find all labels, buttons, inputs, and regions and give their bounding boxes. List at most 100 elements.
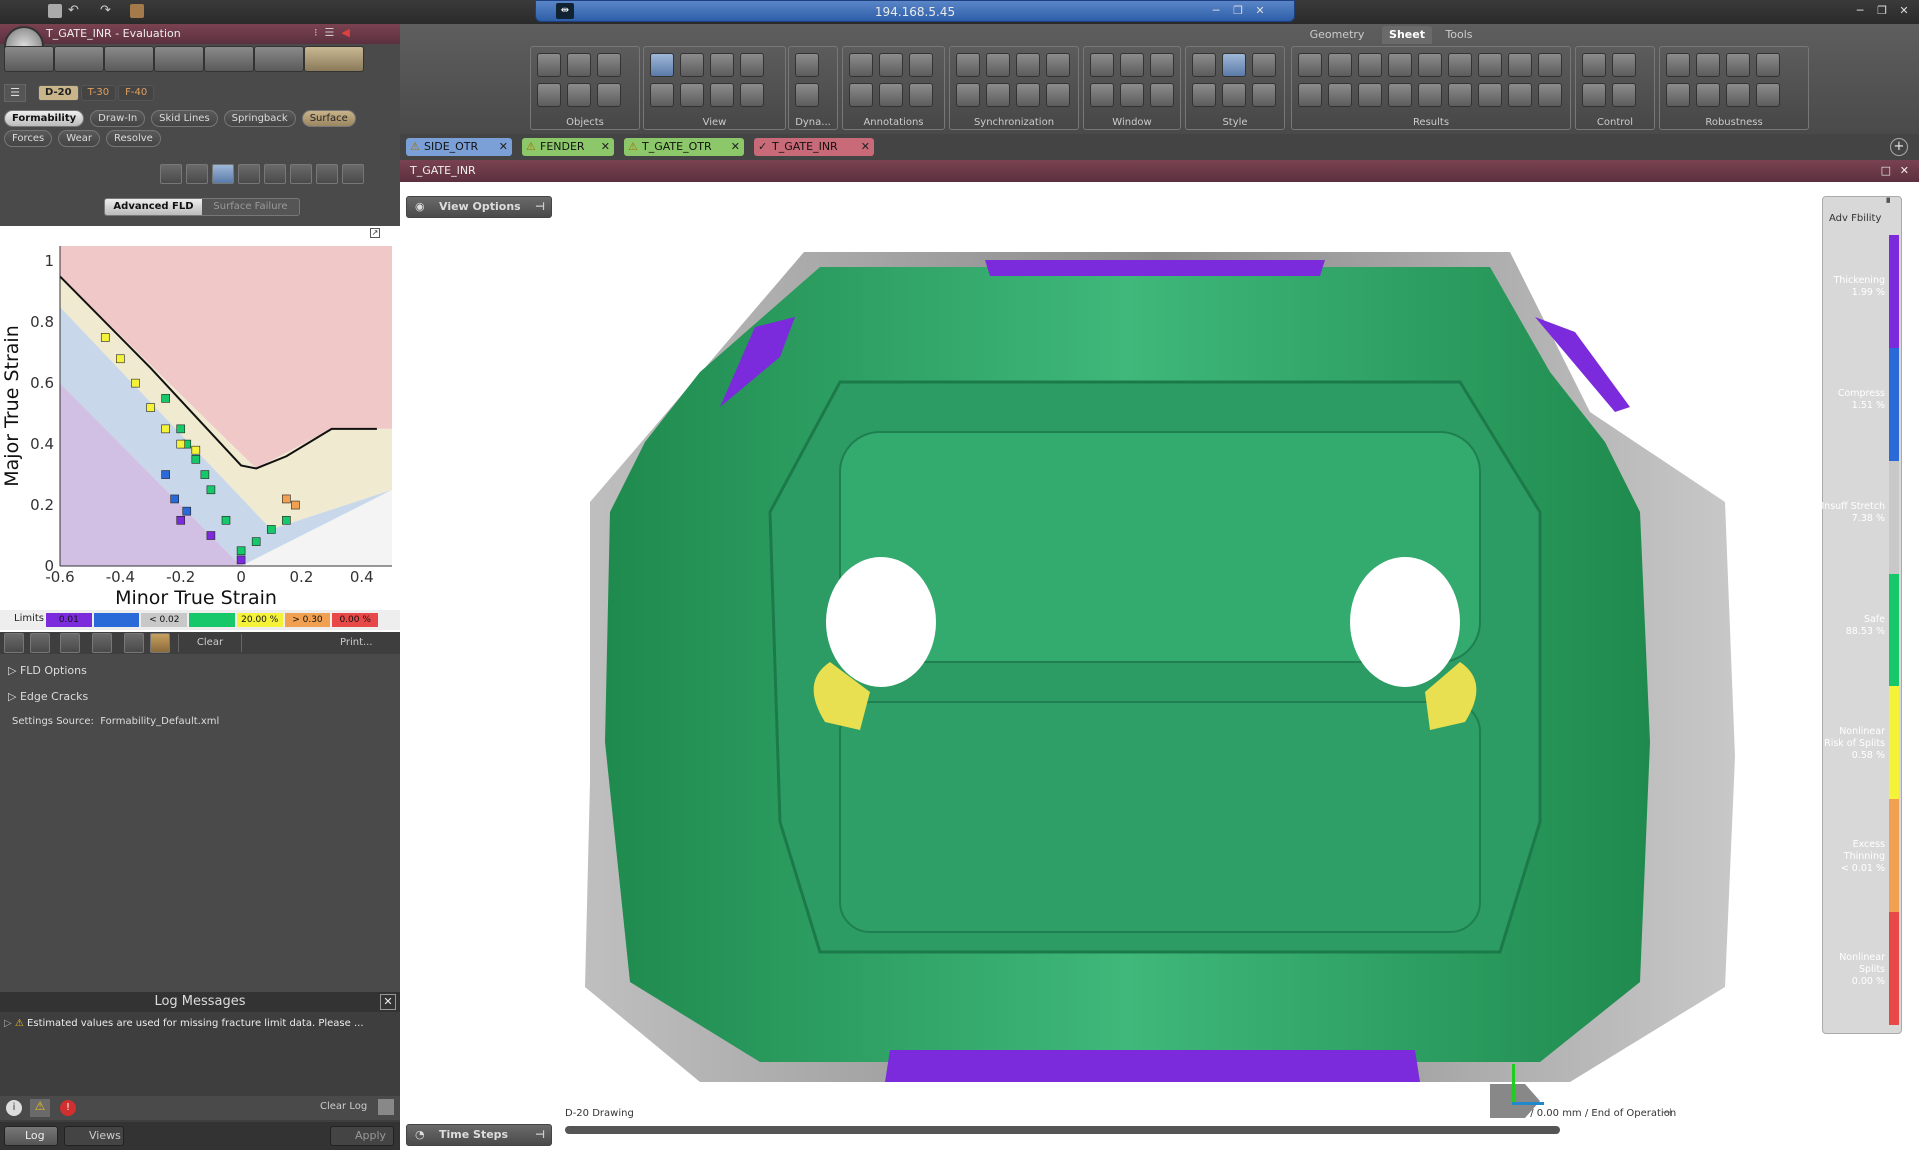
- ribbon-tool-icon[interactable]: [879, 53, 903, 77]
- ribbon-tool-icon[interactable]: [740, 53, 764, 77]
- ribbon-tool-icon[interactable]: [1418, 53, 1442, 77]
- panel-settings-icon[interactable]: ⁝: [314, 26, 318, 39]
- ribbon-tool-icon[interactable]: [597, 83, 621, 107]
- ribbon-tool-icon[interactable]: [680, 83, 704, 107]
- ribbon-tool-icon[interactable]: [1016, 53, 1040, 77]
- ribbon-tool-icon[interactable]: [1388, 53, 1412, 77]
- print-button[interactable]: Print...: [340, 634, 396, 652]
- ribbon-tool-icon[interactable]: [1150, 53, 1174, 77]
- ribbon-tool-icon[interactable]: [986, 53, 1010, 77]
- ribbon-tool-icon[interactable]: [1046, 83, 1070, 107]
- views-tab[interactable]: Views: [64, 1126, 124, 1146]
- ribbon-tool-icon[interactable]: [1358, 83, 1382, 107]
- ribbon-tool-icon[interactable]: [597, 53, 621, 77]
- ribbon-tool-icon[interactable]: [710, 83, 734, 107]
- ribbon-tool-icon[interactable]: [1358, 53, 1382, 77]
- fld-options-toggle[interactable]: ▷ FLD Options: [8, 664, 87, 677]
- panel-collapse-icon[interactable]: ◀: [341, 26, 349, 39]
- pin-legend-icon[interactable]: ▝: [1883, 199, 1891, 209]
- ribbon-tool-icon[interactable]: [1726, 83, 1750, 107]
- select-tool-icon[interactable]: [4, 633, 24, 653]
- restore-remote-icon[interactable]: ❐: [1230, 4, 1246, 18]
- limit-swatch[interactable]: [189, 613, 235, 627]
- list-view-icon[interactable]: ☰: [4, 84, 26, 102]
- save-log-icon[interactable]: [378, 1099, 394, 1115]
- clear-button[interactable]: Clear: [178, 634, 242, 652]
- mode-evaluation-button[interactable]: [304, 46, 364, 72]
- ribbon-tool-icon[interactable]: [1448, 83, 1472, 107]
- minimize-icon[interactable]: ─: [1852, 4, 1868, 18]
- restore-icon[interactable]: ❐: [1874, 4, 1890, 18]
- stage-tab-d-20[interactable]: D-20: [38, 85, 79, 101]
- pill-forces[interactable]: Forces: [4, 130, 53, 147]
- ribbon-tool-icon[interactable]: [1120, 83, 1144, 107]
- axis-triad-icon[interactable]: [1490, 1062, 1550, 1122]
- mode-blank-button[interactable]: [154, 46, 204, 72]
- ribbon-tool-icon[interactable]: [1538, 83, 1562, 107]
- minimize-remote-icon[interactable]: ─: [1208, 4, 1224, 18]
- ribbon-tool-icon[interactable]: [1726, 53, 1750, 77]
- mode-tools-button[interactable]: [104, 46, 154, 72]
- undo-icon[interactable]: ↶: [68, 4, 82, 18]
- ribbon-tool-icon[interactable]: [740, 83, 764, 107]
- ribbon-tool-icon[interactable]: [1582, 83, 1606, 107]
- ribbon-tool-icon[interactable]: [956, 83, 980, 107]
- time-steps-bar[interactable]: ◔ Time Steps ⊣: [406, 1124, 552, 1146]
- ribbon-tool-icon[interactable]: [1090, 53, 1114, 77]
- highlight-tool-icon[interactable]: [60, 633, 80, 653]
- zoom-tool-icon[interactable]: [92, 633, 112, 653]
- ribbon-tool-icon[interactable]: [1508, 53, 1532, 77]
- ribbon-tool-icon[interactable]: [1298, 83, 1322, 107]
- pill-surface[interactable]: Surface: [301, 110, 356, 127]
- expand-log-icon[interactable]: ▷: [4, 1018, 12, 1029]
- ribbon-tool-icon[interactable]: [1508, 83, 1532, 107]
- ribbon-tool-icon[interactable]: [849, 83, 873, 107]
- result-adv-fld-icon[interactable]: [212, 164, 234, 184]
- ribbon-tool-icon[interactable]: [1016, 83, 1040, 107]
- chart-expand-icon[interactable]: ↗: [370, 228, 380, 238]
- apply-button[interactable]: Apply: [330, 1126, 394, 1146]
- ribbon-tool-icon[interactable]: [1418, 83, 1442, 107]
- pick-tool-icon[interactable]: [30, 633, 50, 653]
- limit-swatch[interactable]: < 0.02: [141, 613, 188, 627]
- warning-filter-icon[interactable]: ⚠: [30, 1099, 50, 1117]
- ribbon-tool-icon[interactable]: [537, 83, 561, 107]
- ribbon-tool-icon[interactable]: [795, 53, 819, 77]
- pill-formability[interactable]: Formability: [4, 110, 85, 127]
- limit-swatch[interactable]: 0.01: [46, 613, 92, 627]
- limit-swatch[interactable]: [93, 613, 140, 627]
- ribbon-tool-icon[interactable]: [1756, 83, 1780, 107]
- result-curve-icon[interactable]: [342, 164, 364, 184]
- ribbon-tool-icon[interactable]: [1328, 53, 1352, 77]
- stage-tab-f-40[interactable]: F-40: [118, 85, 155, 101]
- doc-tab-fender[interactable]: ⚠ FENDER ✕: [522, 138, 614, 156]
- pin-time-steps-icon[interactable]: ⊣: [535, 1125, 545, 1145]
- save-icon[interactable]: [48, 4, 62, 18]
- ribbon-tool-icon[interactable]: [1192, 53, 1216, 77]
- 3d-viewport[interactable]: ◉ View Options ⊣ D-20 Drawing 3.000 s / …: [400, 182, 1919, 1150]
- pin-status-icon[interactable]: ⊣: [1662, 1106, 1676, 1120]
- close-tab-icon[interactable]: ✕: [499, 138, 508, 156]
- ribbon-tool-icon[interactable]: [1090, 83, 1114, 107]
- mode-die-button[interactable]: [204, 46, 254, 72]
- ribbon-tool-icon[interactable]: [956, 53, 980, 77]
- ribbon-tool-icon[interactable]: [849, 53, 873, 77]
- advanced-fld-tab[interactable]: Advanced FLD: [105, 199, 202, 215]
- ribbon-tool-icon[interactable]: [1222, 53, 1246, 77]
- maximize-view-icon[interactable]: □: [1881, 160, 1891, 182]
- ribbon-tool-icon[interactable]: [1478, 53, 1502, 77]
- result-thinning-icon[interactable]: [186, 164, 208, 184]
- ribbon-tool-icon[interactable]: [1120, 53, 1144, 77]
- ribbon-tool-icon[interactable]: [1612, 83, 1636, 107]
- pill-wear[interactable]: Wear: [58, 130, 100, 147]
- ribbon-tool-icon[interactable]: [567, 83, 591, 107]
- close-log-icon[interactable]: ✕: [380, 994, 396, 1010]
- ribbon-tool-icon[interactable]: [567, 53, 591, 77]
- tab-geometry[interactable]: Geometry: [1304, 26, 1370, 44]
- result-wrinkle-icon[interactable]: [290, 164, 312, 184]
- ribbon-tool-icon[interactable]: [680, 53, 704, 77]
- close-icon[interactable]: ✕: [1896, 4, 1912, 18]
- ribbon-tool-icon[interactable]: [1756, 53, 1780, 77]
- ribbon-tool-icon[interactable]: [1150, 83, 1174, 107]
- mode-simulation-button[interactable]: [254, 46, 304, 72]
